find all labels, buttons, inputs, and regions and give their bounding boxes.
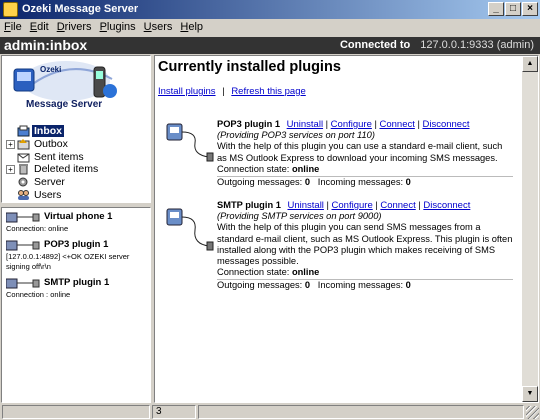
menu-users[interactable]: Users [140, 19, 177, 33]
connection-name: Virtual phone 1 [44, 211, 113, 222]
plugins-pane: Currently installed plugins Install plug… [154, 55, 539, 403]
menu-plugins[interactable]: Plugins [96, 19, 140, 33]
connection-name: SMTP plugin 1 [44, 277, 110, 288]
maximize-button[interactable]: □ [505, 2, 521, 16]
action-separator: | [375, 200, 378, 210]
uninstall-link[interactable]: Uninstall [287, 119, 323, 130]
tree-label-users: Users [34, 188, 62, 201]
plugin-name: SMTP plugin 1 [217, 200, 281, 210]
outgoing-value: 0 [304, 280, 311, 291]
connect-link[interactable]: Connect [379, 119, 414, 130]
close-button[interactable]: × [522, 2, 538, 16]
logo-brand: Ozeki [40, 65, 61, 74]
message-stats: Outgoing messages: 0 Incoming messages: … [217, 176, 513, 188]
incoming-label: Incoming messages: [317, 177, 404, 188]
plugin-plug-icon [163, 119, 215, 171]
vertical-scrollbar[interactable]: ▲ ▼ [522, 56, 538, 402]
scroll-up-button[interactable]: ▲ [522, 56, 538, 72]
refresh-link[interactable]: Refresh this page [231, 86, 305, 97]
logo-product: Message Server [26, 99, 102, 110]
connection-state-value: online [291, 163, 320, 174]
message-stats: Outgoing messages: 0 Incoming messages: … [217, 279, 513, 291]
disconnect-link[interactable]: Disconnect [422, 119, 469, 130]
connected-value: 127.0.0.1:9333 (admin) [420, 39, 534, 51]
plug-icon [5, 211, 42, 227]
app-icon [3, 2, 18, 17]
server-icon [17, 176, 30, 188]
connection-state: Connection state: online [217, 267, 513, 278]
action-separator: | [325, 119, 329, 129]
tree-label-sent-items: Sent items [34, 150, 84, 163]
uninstall-link[interactable]: Uninstall [287, 200, 323, 211]
resize-grip-icon[interactable] [526, 406, 539, 419]
connection-state-label: Connection state: [217, 163, 290, 174]
minimize-button[interactable]: _ [488, 2, 504, 16]
action-separator: | [417, 119, 420, 129]
plugin-description: With the help of this plugin you can use… [217, 141, 503, 163]
outbox-icon [17, 138, 30, 150]
sent-items-icon [17, 151, 30, 163]
plugin-plug-icon [163, 200, 215, 252]
incoming-value: 0 [405, 177, 411, 188]
disconnect-link[interactable]: Disconnect [423, 200, 470, 211]
incoming-label: Incoming messages: [317, 280, 404, 291]
plugin-providing: (Providing SMTP services on port 9000) [217, 211, 382, 222]
status-cell-left [2, 405, 150, 419]
folder-pane: Ozeki Message Server Inbox + Outbox Sent… [1, 55, 151, 203]
connection-state: Connection state: online [217, 164, 513, 175]
connect-link[interactable]: Connect [380, 200, 415, 211]
menu-help[interactable]: Help [176, 19, 207, 33]
connection-name: POP3 plugin 1 [44, 239, 109, 250]
plugin-providing: (Providing POP3 services on port 110) [217, 130, 375, 141]
plug-icon [5, 239, 42, 255]
action-separator: | [418, 200, 421, 210]
menu-file[interactable]: File [0, 19, 26, 33]
configure-link[interactable]: Configure [332, 200, 373, 211]
menu-drivers[interactable]: Drivers [53, 19, 96, 33]
ozeki-logo: Ozeki Message Server [8, 59, 133, 119]
expand-icon[interactable]: + [6, 165, 15, 175]
plug-icon [5, 277, 42, 293]
connection-state-label: Connection state: [217, 267, 290, 278]
connection-status: Connected to 127.0.0.1:9333 (admin) [340, 39, 534, 51]
connected-label: Connected to [339, 39, 411, 51]
expand-icon[interactable]: + [6, 139, 15, 149]
status-count: 3 [152, 405, 196, 419]
link-separator: | [222, 86, 225, 97]
list-item[interactable]: POP3 plugin 1 [127.0.0.1:4892] <+OK OZEK… [2, 236, 150, 274]
menu-edit[interactable]: Edit [26, 19, 53, 33]
tree-label-server: Server [34, 176, 65, 189]
status-bar: 3 [0, 403, 540, 420]
scroll-down-button[interactable]: ▼ [522, 386, 538, 402]
status-cell-right [198, 405, 524, 419]
plugin-description: With the help of this plugin you can sen… [217, 222, 513, 267]
title-bar[interactable]: Ozeki Message Server _ □ × [0, 0, 540, 19]
list-item[interactable]: SMTP plugin 1 Connection : online [2, 274, 150, 302]
install-plugins-link[interactable]: Install plugins [158, 86, 216, 97]
tree-label-outbox: Outbox [34, 137, 68, 150]
menu-bar: File Edit Drivers Plugins Users Help [0, 19, 540, 37]
connection-info: [127.0.0.1:4892] <+OK OZEKI server signi… [6, 252, 130, 271]
incoming-value: 0 [405, 280, 411, 291]
window-title: Ozeki Message Server [22, 3, 139, 15]
location-label: admin:inbox [4, 37, 88, 53]
list-item[interactable]: Virtual phone 1 Connection: online [2, 208, 150, 236]
tree-label-deleted-items: Deleted items [34, 163, 99, 176]
plugin-name: POP3 plugin 1 [217, 119, 281, 129]
page-title: Currently installed plugins [158, 59, 341, 75]
users-icon [17, 189, 30, 201]
action-separator: | [326, 200, 329, 210]
action-separator: | [374, 119, 377, 129]
outgoing-label: Outgoing messages: [217, 177, 303, 188]
outgoing-label: Outgoing messages: [217, 280, 303, 291]
deleted-items-icon [17, 163, 30, 175]
inbox-icon [17, 125, 30, 137]
location-header: admin:inbox Connected to 127.0.0.1:9333 (… [0, 37, 540, 54]
page-actions: Install plugins | Refresh this page [158, 86, 306, 97]
tree-label-inbox: Inbox [32, 125, 64, 137]
configure-link[interactable]: Configure [331, 119, 372, 130]
connection-state-value: online [291, 267, 320, 278]
outgoing-value: 0 [304, 177, 311, 188]
connection-list: Virtual phone 1 Connection: online POP3 … [1, 207, 151, 403]
